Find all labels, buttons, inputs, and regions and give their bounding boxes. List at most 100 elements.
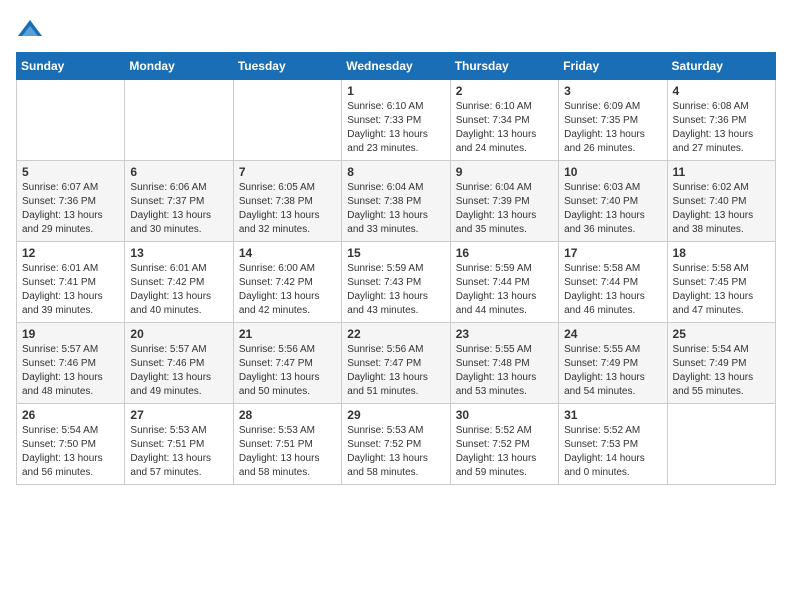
day-number: 15 <box>347 246 444 260</box>
cell-content: Sunrise: 6:04 AM Sunset: 7:39 PM Dayligh… <box>456 181 553 237</box>
calendar-cell: 9Sunrise: 6:04 AM Sunset: 7:39 PM Daylig… <box>450 161 558 242</box>
cell-content: Sunrise: 6:05 AM Sunset: 7:38 PM Dayligh… <box>239 181 336 237</box>
day-number: 1 <box>347 84 444 98</box>
cell-content: Sunrise: 5:54 AM Sunset: 7:50 PM Dayligh… <box>22 424 119 480</box>
calendar-cell: 24Sunrise: 5:55 AM Sunset: 7:49 PM Dayli… <box>559 323 667 404</box>
day-number: 6 <box>130 165 227 179</box>
day-header-thursday: Thursday <box>450 53 558 80</box>
logo-icon <box>16 16 44 44</box>
calendar-cell: 25 Sunrise: 5:54 AM Sunset: 7:49 PM Dayli… <box>667 323 775 404</box>
calendar-week-row: 1 Sunrise: 6:10 AM Sunset: 7:33 PM Daylig… <box>17 80 776 161</box>
day-number: 23 <box>456 327 553 341</box>
calendar-cell: 12 Sunrise: 6:01 AM Sunset: 7:41 PM Dayli… <box>17 242 125 323</box>
calendar-week-row: 19 Sunrise: 5:57 AM Sunset: 7:46 PM Dayli… <box>17 323 776 404</box>
cell-content: Sunrise: 5:56 AM Sunset: 7:47 PM Dayligh… <box>239 343 336 399</box>
day-header-monday: Monday <box>125 53 233 80</box>
calendar-cell: 27 Sunrise: 5:53 AM Sunset: 7:51 PM Dayli… <box>125 404 233 485</box>
calendar-cell <box>125 80 233 161</box>
calendar-cell: 26 Sunrise: 5:54 AM Sunset: 7:50 PM Dayli… <box>17 404 125 485</box>
day-number: 27 <box>130 408 227 422</box>
calendar-cell <box>667 404 775 485</box>
day-header-friday: Friday <box>559 53 667 80</box>
cell-content: Sunrise: 6:02 AM Sunset: 7:40 PM Dayligh… <box>673 181 770 237</box>
calendar-cell: 21 Sunrise: 5:56 AM Sunset: 7:47 PM Dayli… <box>233 323 341 404</box>
day-number: 12 <box>22 246 119 260</box>
calendar-cell: 7 Sunrise: 6:05 AM Sunset: 7:38 PM Daylig… <box>233 161 341 242</box>
cell-content: Sunrise: 5:58 AM Sunset: 7:44 PM Dayligh… <box>564 262 661 318</box>
day-number: 19 <box>22 327 119 341</box>
cell-content: Sunrise: 6:06 AM Sunset: 7:37 PM Dayligh… <box>130 181 227 237</box>
cell-content: Sunrise: 5:52 AM Sunset: 7:53 PM Dayligh… <box>564 424 661 480</box>
calendar-cell: 20 Sunrise: 5:57 AM Sunset: 7:46 PM Dayli… <box>125 323 233 404</box>
cell-content: Sunrise: 6:10 AM Sunset: 7:33 PM Dayligh… <box>347 100 444 156</box>
cell-content: Sunrise: 5:56 AM Sunset: 7:47 PM Dayligh… <box>347 343 444 399</box>
day-number: 31 <box>564 408 661 422</box>
day-number: 22 <box>347 327 444 341</box>
day-number: 4 <box>673 84 770 98</box>
cell-content: Sunrise: 6:03 AM Sunset: 7:40 PM Dayligh… <box>564 181 661 237</box>
calendar-week-row: 12 Sunrise: 6:01 AM Sunset: 7:41 PM Dayli… <box>17 242 776 323</box>
day-number: 5 <box>22 165 119 179</box>
calendar-table: SundayMondayTuesdayWednesdayThursdayFrid… <box>16 52 776 485</box>
page-header <box>16 16 776 44</box>
cell-content: Sunrise: 6:04 AM Sunset: 7:38 PM Dayligh… <box>347 181 444 237</box>
calendar-cell: 29 Sunrise: 5:53 AM Sunset: 7:52 PM Dayli… <box>342 404 450 485</box>
calendar-cell: 28Sunrise: 5:53 AM Sunset: 7:51 PM Dayli… <box>233 404 341 485</box>
calendar-header-row: SundayMondayTuesdayWednesdayThursdayFrid… <box>17 53 776 80</box>
cell-content: Sunrise: 6:01 AM Sunset: 7:42 PM Dayligh… <box>130 262 227 318</box>
calendar-cell: 23 Sunrise: 5:55 AM Sunset: 7:48 PM Dayli… <box>450 323 558 404</box>
day-number: 17 <box>564 246 661 260</box>
day-number: 21 <box>239 327 336 341</box>
day-number: 10 <box>564 165 661 179</box>
cell-content: Sunrise: 6:08 AM Sunset: 7:36 PM Dayligh… <box>673 100 770 156</box>
cell-content: Sunrise: 6:10 AM Sunset: 7:34 PM Dayligh… <box>456 100 553 156</box>
day-number: 3 <box>564 84 661 98</box>
calendar-cell: 16 Sunrise: 5:59 AM Sunset: 7:44 PM Dayli… <box>450 242 558 323</box>
calendar-body: 1 Sunrise: 6:10 AM Sunset: 7:33 PM Daylig… <box>17 80 776 485</box>
day-number: 25 <box>673 327 770 341</box>
day-number: 30 <box>456 408 553 422</box>
calendar-cell: 11 Sunrise: 6:02 AM Sunset: 7:40 PM Dayli… <box>667 161 775 242</box>
calendar-cell <box>17 80 125 161</box>
day-number: 29 <box>347 408 444 422</box>
calendar-cell: 13Sunrise: 6:01 AM Sunset: 7:42 PM Dayli… <box>125 242 233 323</box>
calendar-cell: 4 Sunrise: 6:08 AM Sunset: 7:36 PM Daylig… <box>667 80 775 161</box>
calendar-cell: 10 Sunrise: 6:03 AM Sunset: 7:40 PM Dayli… <box>559 161 667 242</box>
cell-content: Sunrise: 5:55 AM Sunset: 7:48 PM Dayligh… <box>456 343 553 399</box>
day-number: 18 <box>673 246 770 260</box>
day-header-wednesday: Wednesday <box>342 53 450 80</box>
day-number: 26 <box>22 408 119 422</box>
calendar-cell: 6 Sunrise: 6:06 AM Sunset: 7:37 PM Daylig… <box>125 161 233 242</box>
cell-content: Sunrise: 5:54 AM Sunset: 7:49 PM Dayligh… <box>673 343 770 399</box>
calendar-week-row: 5 Sunrise: 6:07 AM Sunset: 7:36 PM Daylig… <box>17 161 776 242</box>
calendar-cell: 1 Sunrise: 6:10 AM Sunset: 7:33 PM Daylig… <box>342 80 450 161</box>
cell-content: Sunrise: 5:57 AM Sunset: 7:46 PM Dayligh… <box>130 343 227 399</box>
day-number: 8 <box>347 165 444 179</box>
calendar-cell: 2 Sunrise: 6:10 AM Sunset: 7:34 PM Daylig… <box>450 80 558 161</box>
day-number: 16 <box>456 246 553 260</box>
calendar-cell: 19Sunrise: 5:57 AM Sunset: 7:46 PM Dayli… <box>17 323 125 404</box>
calendar-cell: 15 Sunrise: 5:59 AM Sunset: 7:43 PM Dayli… <box>342 242 450 323</box>
cell-content: Sunrise: 5:53 AM Sunset: 7:51 PM Dayligh… <box>130 424 227 480</box>
calendar-cell: 17 Sunrise: 5:58 AM Sunset: 7:44 PM Dayli… <box>559 242 667 323</box>
day-header-saturday: Saturday <box>667 53 775 80</box>
day-header-sunday: Sunday <box>17 53 125 80</box>
cell-content: Sunrise: 5:52 AM Sunset: 7:52 PM Dayligh… <box>456 424 553 480</box>
day-number: 2 <box>456 84 553 98</box>
cell-content: Sunrise: 5:53 AM Sunset: 7:52 PM Dayligh… <box>347 424 444 480</box>
cell-content: Sunrise: 5:59 AM Sunset: 7:44 PM Dayligh… <box>456 262 553 318</box>
calendar-week-row: 26 Sunrise: 5:54 AM Sunset: 7:50 PM Dayli… <box>17 404 776 485</box>
cell-content: Sunrise: 5:59 AM Sunset: 7:43 PM Dayligh… <box>347 262 444 318</box>
calendar-cell: 31 Sunrise: 5:52 AM Sunset: 7:53 PM Dayli… <box>559 404 667 485</box>
calendar-cell: 22 Sunrise: 5:56 AM Sunset: 7:47 PM Dayli… <box>342 323 450 404</box>
day-number: 11 <box>673 165 770 179</box>
cell-content: Sunrise: 6:07 AM Sunset: 7:36 PM Dayligh… <box>22 181 119 237</box>
cell-content: Sunrise: 6:01 AM Sunset: 7:41 PM Dayligh… <box>22 262 119 318</box>
calendar-cell: 3 Sunrise: 6:09 AM Sunset: 7:35 PM Daylig… <box>559 80 667 161</box>
day-number: 20 <box>130 327 227 341</box>
day-number: 7 <box>239 165 336 179</box>
cell-content: Sunrise: 6:09 AM Sunset: 7:35 PM Dayligh… <box>564 100 661 156</box>
calendar-cell: 30 Sunrise: 5:52 AM Sunset: 7:52 PM Dayli… <box>450 404 558 485</box>
day-number: 24 <box>564 327 661 341</box>
cell-content: Sunrise: 5:58 AM Sunset: 7:45 PM Dayligh… <box>673 262 770 318</box>
